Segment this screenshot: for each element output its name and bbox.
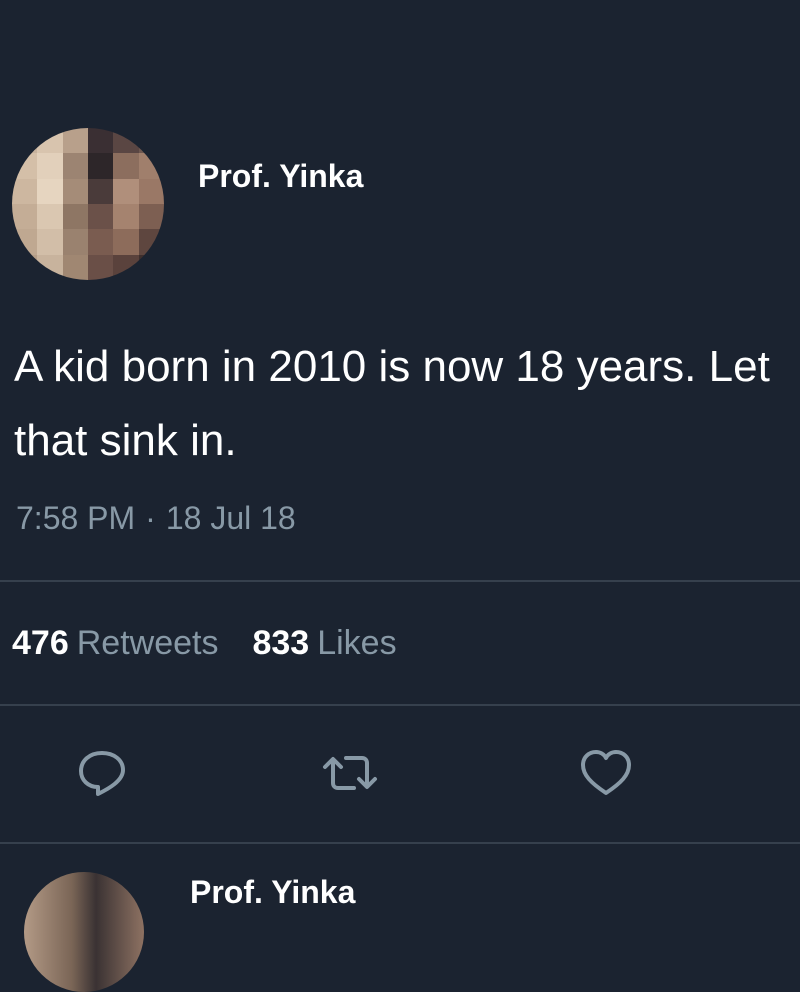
avatar-pixel <box>62 178 88 204</box>
avatar-pixel <box>88 254 114 280</box>
avatar-pixel <box>138 229 164 255</box>
avatar-pixel <box>88 229 114 255</box>
avatar-pixel <box>88 153 114 179</box>
avatar-pixel <box>113 204 139 230</box>
likes-count: 833 <box>252 624 310 662</box>
avatar-pixel <box>88 204 114 230</box>
retweet-button[interactable] <box>322 745 378 801</box>
avatar-pixel <box>113 229 139 255</box>
avatar-pixel <box>62 153 88 179</box>
avatar-pixel <box>37 153 63 179</box>
avatar-pixel <box>138 128 164 154</box>
display-name[interactable]: Prof. Yinka <box>190 874 355 911</box>
avatar-pixel <box>62 204 88 230</box>
avatar-pixel <box>138 178 164 204</box>
tweet-time: 7:58 PM <box>16 500 136 536</box>
avatar-pixel <box>113 254 139 280</box>
avatar-pixel <box>113 178 139 204</box>
timestamp-separator: · <box>145 500 156 536</box>
avatar-pixel <box>138 254 164 280</box>
retweets-stat[interactable]: 476 Retweets <box>12 624 218 663</box>
heart-icon <box>581 750 631 795</box>
engagement-stats: 476 Retweets 833 Likes <box>12 624 397 663</box>
avatar-pixel <box>138 204 164 230</box>
avatar-pixel <box>138 153 164 179</box>
avatar-pixel <box>88 128 114 154</box>
avatar-pixel <box>62 254 88 280</box>
avatar-pixel <box>62 128 88 154</box>
avatar-pixel <box>37 204 63 230</box>
tweet-timestamp[interactable]: 7:58 PM · 18 Jul 18 <box>16 500 296 537</box>
avatar-pixel <box>12 178 38 204</box>
retweets-count: 476 <box>12 624 69 662</box>
avatar-pixel <box>12 229 38 255</box>
display-name[interactable]: Prof. Yinka <box>198 158 363 195</box>
retweets-label: Retweets <box>76 624 219 662</box>
like-button[interactable] <box>578 745 634 801</box>
retweet-icon <box>323 756 377 790</box>
avatar[interactable] <box>24 872 144 992</box>
avatar-pixel <box>113 128 139 154</box>
avatar-pixel <box>12 254 38 280</box>
tweet-detail: Prof. Yinka A kid born in 2010 is now 18… <box>0 0 800 992</box>
avatar-pixel <box>12 204 38 230</box>
avatar-pixel <box>12 128 38 154</box>
divider <box>0 704 800 706</box>
avatar-pixel <box>37 128 63 154</box>
reply-button[interactable] <box>74 745 130 801</box>
avatar-pixel <box>62 229 88 255</box>
likes-label: Likes <box>317 624 397 662</box>
avatar-pixel <box>12 153 38 179</box>
avatar-pixel <box>37 254 63 280</box>
tweet-date: 18 Jul 18 <box>165 500 296 536</box>
avatar-pixel <box>37 229 63 255</box>
divider <box>0 842 800 844</box>
avatar[interactable] <box>12 128 164 280</box>
avatar-pixel <box>113 153 139 179</box>
reply-icon <box>79 751 125 796</box>
avatar-pixel <box>88 178 114 204</box>
divider <box>0 580 800 582</box>
likes-stat[interactable]: 833 Likes <box>252 624 396 663</box>
tweet-text: A kid born in 2010 is now 18 years. Let … <box>14 342 770 465</box>
avatar-pixel <box>37 178 63 204</box>
